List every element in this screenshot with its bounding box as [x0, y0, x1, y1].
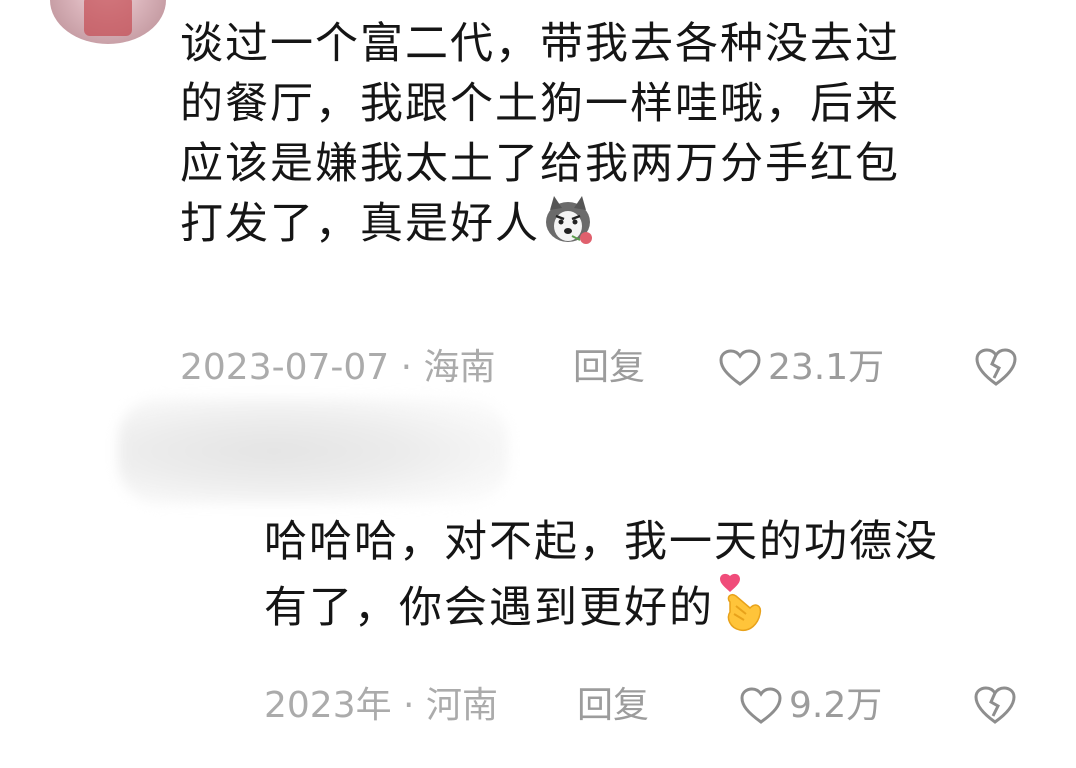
comment-line: 打发了，真是好人 — [180, 199, 540, 249]
comment-date-location: 2023年 · 河南 — [264, 685, 498, 726]
comment-line: 应该是嫌我太土了给我两万分手红包 — [180, 139, 900, 189]
like-count: 23.1万 — [768, 347, 885, 388]
broken-heart-icon — [974, 686, 1016, 724]
reply-meta: 2023年 · 河南 回复 9.2万 — [264, 684, 1034, 728]
like-button[interactable]: 9.2万 — [739, 684, 882, 728]
comment-line: 的餐厅，我跟个土狗一样哇哦，后来 — [180, 79, 900, 129]
heart-outline-icon — [740, 687, 782, 724]
reply-button[interactable]: 回复 — [573, 346, 645, 390]
comment-line-with-emoji: 打发了，真是好人 — [180, 194, 900, 254]
reply-body: 哈哈哈，对不起，我一天的功德没 有了，你会遇到更好的 — [264, 512, 939, 633]
comment-line-with-emoji: 有了，你会遇到更好的 — [264, 572, 939, 633]
dislike-button[interactable] — [973, 346, 1019, 388]
broken-heart-icon — [975, 348, 1017, 386]
comment-date-location: 2023-07-07 · 海南 — [180, 347, 496, 388]
comment-meta: 2023-07-07 · 海南 回复 23.1万 — [180, 346, 1030, 390]
like-count: 9.2万 — [789, 685, 883, 726]
commenter-avatar[interactable] — [50, 0, 166, 44]
reply-button[interactable]: 回复 — [577, 684, 649, 728]
comment-line: 有了，你会遇到更好的 — [264, 583, 714, 633]
comment-thread: 谈过一个富二代，带我去各种没去过 的餐厅，我跟个土狗一样哇哦，后来 应该是嫌我太… — [0, 0, 1076, 768]
heart-outline-icon — [719, 349, 761, 386]
dislike-button[interactable] — [972, 684, 1018, 726]
comment-line: 谈过一个富二代，带我去各种没去过 — [180, 19, 900, 69]
comment-body: 谈过一个富二代，带我去各种没去过 的餐厅，我跟个土狗一样哇哦，后来 应该是嫌我太… — [180, 14, 900, 254]
finger-heart-emoji-icon — [720, 573, 762, 632]
like-button[interactable]: 23.1万 — [718, 346, 884, 390]
husky-emoji-icon — [546, 196, 592, 244]
comment-line: 哈哈哈，对不起，我一天的功德没 — [264, 517, 939, 567]
blurred-username — [118, 398, 508, 504]
